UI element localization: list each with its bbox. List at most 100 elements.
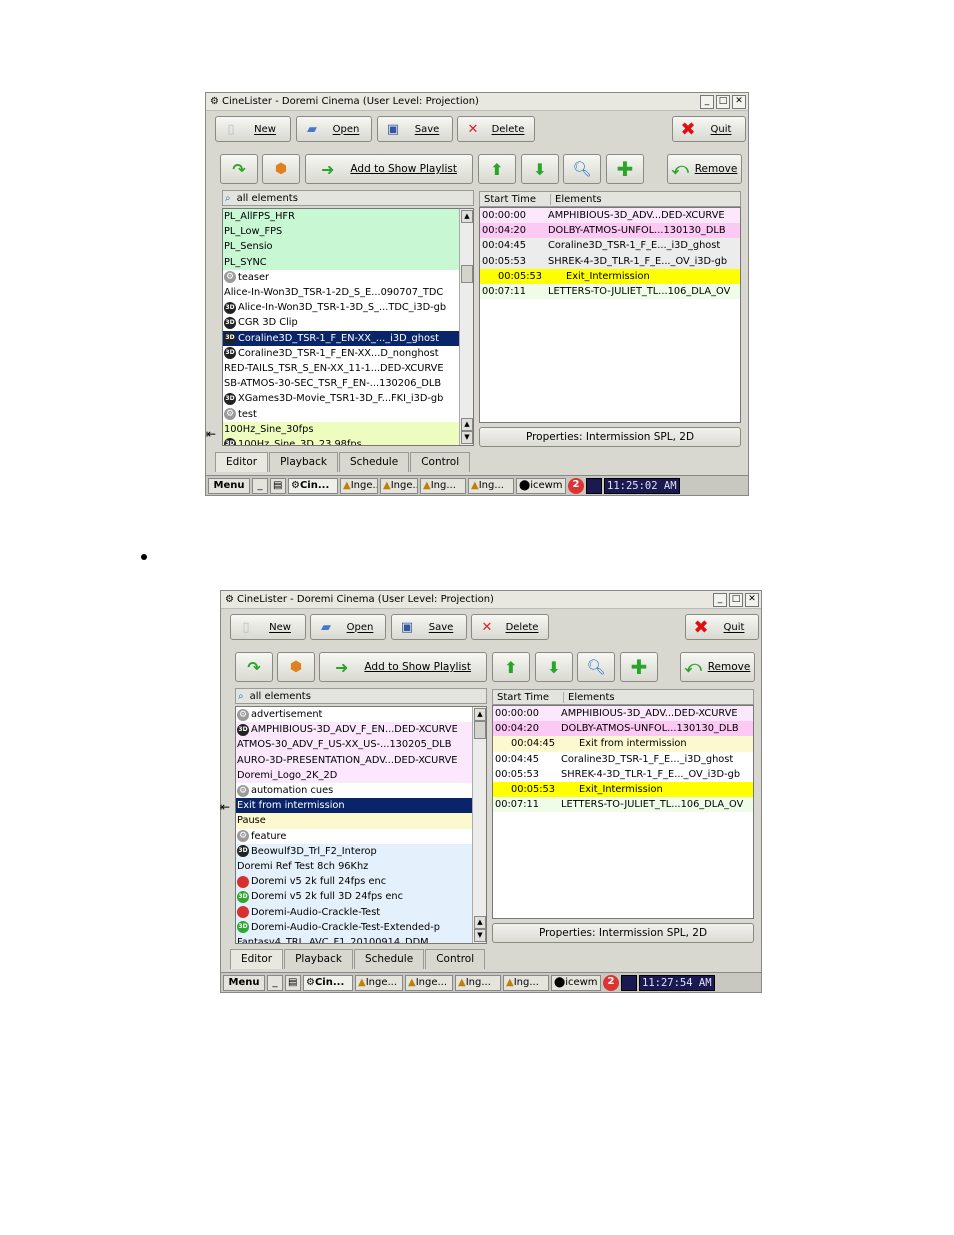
filter-header[interactable]: ⌕ all elements: [222, 190, 474, 206]
playlist-row[interactable]: 00:05:53 SHREK-4-3D_TLR-1_F_E..._OV_i3D-g…: [493, 766, 753, 782]
open-button[interactable]: ▰ Open: [296, 116, 372, 142]
add-to-show-playlist-button[interactable]: ➜ Add to Show Playlist: [319, 652, 487, 682]
task-ingest-2[interactable]: ▲Inge...: [380, 477, 418, 494]
window-list-icon[interactable]: ▤: [285, 974, 301, 991]
playlist-row[interactable]: 00:04:45 Coraline3D_TSR-1_F_E..._i3D_ghos…: [493, 751, 753, 767]
tab-schedule[interactable]: Schedule: [353, 949, 425, 969]
scroll-up-icon[interactable]: ▲: [461, 210, 473, 223]
list-item[interactable]: RED-TAILS_TSR_S_EN-XX_11-1...DED-XCURVE: [223, 360, 473, 377]
clear-button[interactable]: ⬢: [262, 154, 300, 184]
list-item[interactable]: Exit from intermission: [236, 798, 486, 814]
list-item[interactable]: 3D Beowulf3D_Trl_F2_Interop: [236, 843, 486, 859]
list-item[interactable]: ⚙ advertisement: [236, 707, 486, 723]
list-item[interactable]: 3D XGames3D-Movie_TSR1-3D_F...FKI_i3D-gb: [223, 391, 473, 407]
properties-bar[interactable]: Properties: Intermission SPL, 2D: [492, 923, 754, 943]
remove-button[interactable]: ⤺ Remove: [680, 652, 755, 682]
list-item[interactable]: ⚙ automation cues: [236, 782, 486, 799]
add-button[interactable]: ✚: [620, 652, 658, 682]
list-item[interactable]: Pause: [236, 813, 486, 829]
list-item[interactable]: ATMOS-30_ADV_F_US-XX_US-...130205_DLB: [236, 737, 486, 753]
move-up-button[interactable]: ⬆: [492, 652, 530, 682]
search-button[interactable]: 🔍︎: [563, 154, 601, 184]
show-desktop-button[interactable]: _: [267, 974, 283, 991]
task-cinelister[interactable]: ⚙Cin...: [303, 974, 353, 991]
add-button[interactable]: ✚: [606, 154, 644, 184]
minimize-button[interactable]: _: [713, 593, 727, 607]
list-item[interactable]: ⚙ feature: [236, 828, 486, 844]
add-to-show-playlist-button[interactable]: ➜ Add to Show Playlist: [305, 154, 473, 184]
list-item[interactable]: ⚙ test: [223, 406, 473, 422]
playlist-row[interactable]: 00:04:45 Exit from intermission: [493, 736, 753, 752]
show-desktop-button[interactable]: _: [252, 477, 268, 494]
task-ingest-1[interactable]: ▲Inge...: [340, 477, 378, 494]
list-item[interactable]: Fantasy4_TRL_AVC_F1_20100914_DDM: [236, 934, 486, 943]
playlist-row[interactable]: 00:07:11 LETTERS-TO-JULIET_TL...106_DLA_O…: [480, 283, 740, 300]
list-item[interactable]: PL_AllFPS_HFR: [223, 209, 473, 225]
elements-list[interactable]: ⚙ advertisement 3D AMPHIBIOUS-3D_ADV_F_EN..…: [235, 706, 487, 944]
move-up-button[interactable]: ⬆: [478, 154, 516, 184]
list-item[interactable]: 3D 100Hz_Sine_3D_23.98fps: [223, 436, 473, 445]
filter-header[interactable]: ⌕ all elements: [235, 688, 487, 704]
quit-button[interactable]: ✖ Quit: [685, 614, 759, 640]
list-item[interactable]: SB-ATMOS-30-SEC_TSR_F_EN-...130206_DLB: [223, 376, 473, 392]
save-button[interactable]: ▣ Save: [391, 614, 467, 640]
delete-button[interactable]: ✕ Delete: [471, 614, 549, 640]
quit-button[interactable]: ✖ Quit: [672, 116, 746, 142]
list-item[interactable]: 100Hz_Sine_30fps: [223, 421, 473, 437]
task-cinelister[interactable]: ⚙Cin...: [288, 477, 338, 494]
playlist-row[interactable]: 00:05:53 Exit_Intermission: [493, 781, 753, 798]
scroll-thumb[interactable]: [461, 265, 473, 283]
properties-bar[interactable]: Properties: Intermission SPL, 2D: [479, 427, 741, 447]
notification-badge[interactable]: 2: [568, 477, 584, 494]
remove-button[interactable]: ⤺ Remove: [667, 154, 742, 184]
list-item[interactable]: PL_SYNC: [223, 254, 473, 270]
list-item[interactable]: 3D Doremi-Audio-Crackle-Test-Extended-p: [236, 919, 486, 935]
notification-badge[interactable]: 2: [603, 974, 619, 991]
scroll-down-icon[interactable]: ▲: [461, 418, 473, 431]
playlist-row[interactable]: 00:07:11 LETTERS-TO-JULIET_TL...106_DLA_O…: [493, 797, 753, 813]
open-button[interactable]: ▰ Open: [310, 614, 386, 640]
playlist-row[interactable]: 00:05:53 Exit_Intermission: [480, 268, 740, 284]
list-item[interactable]: 3D Coraline3D_TSR-1_F_EN-XX_..._i3D_ghost: [223, 330, 473, 346]
list-item[interactable]: PL_Low_FPS: [223, 224, 473, 240]
tab-playback[interactable]: Playback: [269, 452, 338, 472]
list-item[interactable]: ⚙ teaser: [223, 269, 473, 285]
playlist-row[interactable]: 00:00:00 AMPHIBIOUS-3D_ADV...DED-XCURVE: [480, 208, 740, 224]
workspace-indicator[interactable]: [621, 974, 637, 991]
minimize-button[interactable]: _: [700, 95, 714, 109]
list-item[interactable]: 3D CGR 3D Clip: [223, 315, 473, 331]
playlist-row[interactable]: 00:04:20 DOLBY-ATMOS-UNFOL...130130_DLB: [493, 721, 753, 737]
show-playlist[interactable]: 00:00:00 AMPHIBIOUS-3D_ADV...DED-XCURVE 00…: [479, 207, 741, 423]
search-button[interactable]: 🔍︎: [577, 652, 615, 682]
new-button[interactable]: ▯ New: [215, 116, 291, 142]
delete-button[interactable]: ✕ Delete: [457, 116, 535, 142]
scroll-down-icon[interactable]: ▲: [474, 916, 486, 929]
list-item[interactable]: Doremi_Logo_2K_2D: [236, 767, 486, 783]
workspace-indicator[interactable]: [586, 477, 602, 494]
start-menu-button[interactable]: Menu: [208, 477, 250, 494]
playlist-row[interactable]: 00:04:20 DOLBY-ATMOS-UNFOL...130130_DLB: [480, 223, 740, 239]
scroll-thumb[interactable]: [474, 721, 486, 739]
list-item[interactable]: Alice-In-Won3D_TSR-1-2D_S_E...090707_TDC: [223, 284, 473, 301]
task-ingest-4[interactable]: ▲Ing...: [503, 974, 549, 991]
list-item[interactable]: 3D Doremi v5 2k full 3D 24fps enc: [236, 889, 486, 905]
tab-editor[interactable]: Editor: [230, 949, 284, 969]
tab-schedule[interactable]: Schedule: [338, 452, 410, 472]
task-ingest-1[interactable]: ▲Inge...: [355, 974, 403, 991]
playlist-row[interactable]: 00:00:00 AMPHIBIOUS-3D_ADV...DED-XCURVE: [493, 706, 753, 722]
maximize-button[interactable]: □: [729, 593, 743, 607]
elements-list-scrollbar[interactable]: ▲ ▲ ▼: [459, 209, 473, 445]
save-button[interactable]: ▣ Save: [377, 116, 453, 142]
scroll-down-icon[interactable]: ▼: [474, 929, 486, 942]
window-list-icon[interactable]: ▤: [270, 477, 286, 494]
elements-list[interactable]: PL_AllFPS_HFR PL_Low_FPS PL_Sensio PL_SYNC ⚙…: [222, 208, 474, 446]
tab-control[interactable]: Control: [410, 452, 471, 472]
close-button[interactable]: ✕: [745, 593, 759, 607]
list-item[interactable]: Doremi-Audio-Crackle-Test: [236, 904, 486, 920]
tab-control[interactable]: Control: [425, 949, 486, 969]
list-item[interactable]: Doremi Ref Test 8ch 96Khz: [236, 858, 486, 875]
task-icewm[interactable]: ⬤icewm: [516, 477, 566, 494]
close-button[interactable]: ✕: [732, 95, 746, 109]
task-ingest-2[interactable]: ▲Inge...: [405, 974, 453, 991]
list-item[interactable]: AURO-3D-PRESENTATION_ADV...DED-XCURVE: [236, 752, 486, 768]
